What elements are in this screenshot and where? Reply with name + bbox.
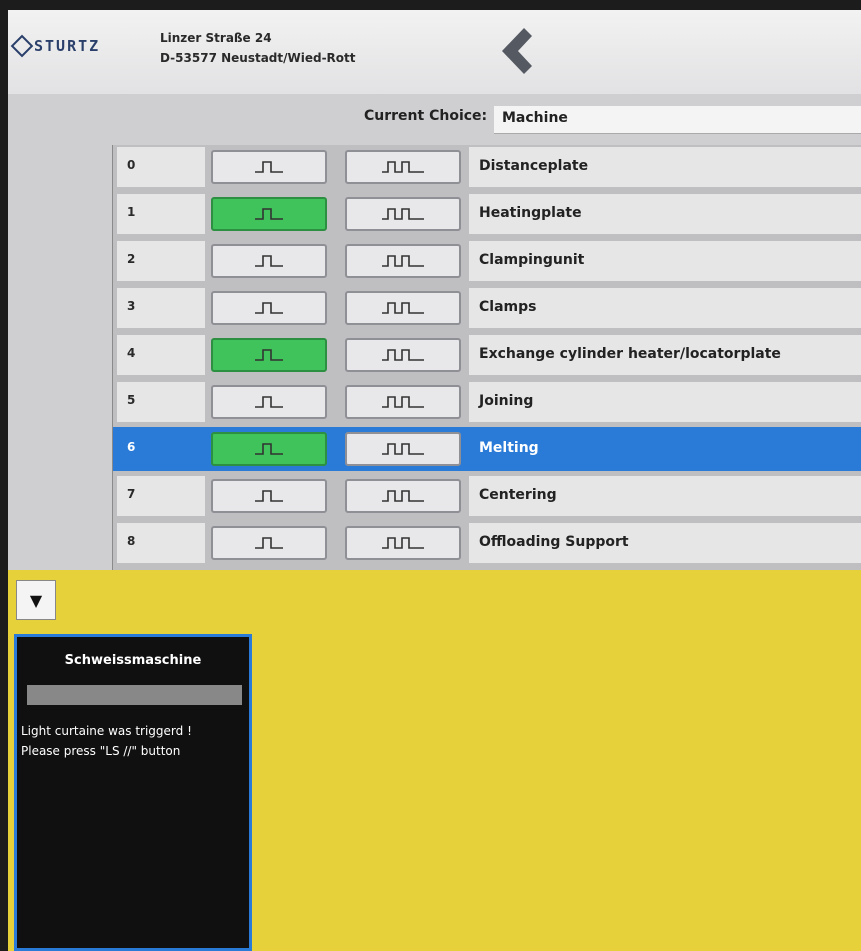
table-row[interactable]: 4 Exchange cylinder heater/locatorplate: [113, 333, 861, 377]
double-pulse-icon: [381, 536, 425, 550]
address-city: D-53577 Neustadt/Wied-Rott: [160, 51, 356, 65]
double-pulse-button[interactable]: [345, 338, 461, 372]
diamond-icon: [10, 34, 34, 58]
header: STURTZ Linzer Straße 24 D-53577 Neustadt…: [8, 10, 861, 94]
single-pulse-button[interactable]: [211, 432, 327, 466]
single-pulse-button[interactable]: [211, 150, 327, 184]
single-pulse-button[interactable]: [211, 479, 327, 513]
dialog-message: Light curtaine was triggerd ! Please pre…: [21, 721, 247, 761]
company-logo: STURTZ: [10, 34, 101, 58]
double-pulse-icon: [381, 395, 425, 409]
message-panel: ▼ Schweissmaschine Light curtaine was tr…: [8, 570, 861, 951]
double-pulse-button[interactable]: [345, 150, 461, 184]
single-pulse-icon: [254, 536, 284, 550]
single-pulse-button[interactable]: [211, 197, 327, 231]
double-pulse-button[interactable]: [345, 291, 461, 325]
logo-text: STURTZ: [34, 37, 101, 55]
row-index: 4: [117, 335, 205, 375]
double-pulse-icon: [381, 254, 425, 268]
double-pulse-icon: [381, 489, 425, 503]
dialog-status-bar: [27, 685, 242, 705]
single-pulse-icon: [254, 348, 284, 362]
back-button[interactable]: [488, 26, 538, 76]
row-index: 5: [117, 382, 205, 422]
table-row[interactable]: 1 Heatingplate: [113, 192, 861, 236]
hmi-screen: STURTZ Linzer Straße 24 D-53577 Neustadt…: [8, 10, 861, 951]
table-row[interactable]: 7 Centering: [113, 474, 861, 518]
row-index: 0: [117, 147, 205, 187]
dialog-message-line: Please press "LS //" button: [21, 744, 181, 758]
company-address: Linzer Straße 24 D-53577 Neustadt/Wied-R…: [160, 28, 356, 68]
row-function-name: Melting: [469, 429, 861, 469]
double-pulse-button[interactable]: [345, 197, 461, 231]
table-row[interactable]: 3 Clamps: [113, 286, 861, 330]
row-index: 2: [117, 241, 205, 281]
single-pulse-icon: [254, 160, 284, 174]
row-index: 7: [117, 476, 205, 516]
alarm-dialog: Schweissmaschine Light curtaine was trig…: [14, 634, 252, 951]
table-row[interactable]: 2 Clampingunit: [113, 239, 861, 283]
single-pulse-button[interactable]: [211, 338, 327, 372]
single-pulse-icon: [254, 442, 284, 456]
double-pulse-icon: [381, 301, 425, 315]
row-index: 1: [117, 194, 205, 234]
row-function-name: Exchange cylinder heater/locatorplate: [469, 335, 861, 375]
current-choice-field[interactable]: Machine: [494, 106, 861, 134]
row-function-name: Offloading Support: [469, 523, 861, 563]
dialog-title: Schweissmaschine: [64, 653, 202, 668]
dialog-message-line: Light curtaine was triggerd !: [21, 724, 192, 738]
row-function-name: Clampingunit: [469, 241, 861, 281]
collapse-button[interactable]: ▼: [16, 580, 56, 620]
single-pulse-icon: [254, 395, 284, 409]
single-pulse-button[interactable]: [211, 291, 327, 325]
single-pulse-icon: [254, 301, 284, 315]
chevron-left-icon: [502, 28, 532, 74]
double-pulse-icon: [381, 442, 425, 456]
single-pulse-icon: [254, 207, 284, 221]
row-index: 8: [117, 523, 205, 563]
row-function-name: Joining: [469, 382, 861, 422]
table-row[interactable]: 8 Offloading Support: [113, 521, 861, 565]
double-pulse-button[interactable]: [345, 479, 461, 513]
double-pulse-icon: [381, 207, 425, 221]
machine-function-table: 0 Distanceplate 1 Heatingplate 2 Clampingunit…: [112, 145, 861, 580]
single-pulse-button[interactable]: [211, 244, 327, 278]
single-pulse-button[interactable]: [211, 526, 327, 560]
current-choice-label: Current Choice:: [364, 108, 488, 124]
double-pulse-button[interactable]: [345, 432, 461, 466]
address-street: Linzer Straße 24: [160, 31, 272, 45]
table-row[interactable]: 0 Distanceplate: [113, 145, 861, 189]
triangle-down-icon: ▼: [29, 590, 43, 610]
row-index: 6: [117, 429, 205, 469]
row-index: 3: [117, 288, 205, 328]
table-row[interactable]: 6 Melting: [113, 427, 861, 471]
double-pulse-button[interactable]: [345, 385, 461, 419]
single-pulse-icon: [254, 489, 284, 503]
single-pulse-button[interactable]: [211, 385, 327, 419]
row-function-name: Clamps: [469, 288, 861, 328]
double-pulse-icon: [381, 160, 425, 174]
row-function-name: Heatingplate: [469, 194, 861, 234]
table-row[interactable]: 5 Joining: [113, 380, 861, 424]
row-function-name: Distanceplate: [469, 147, 861, 187]
single-pulse-icon: [254, 254, 284, 268]
row-function-name: Centering: [469, 476, 861, 516]
double-pulse-button[interactable]: [345, 244, 461, 278]
double-pulse-icon: [381, 348, 425, 362]
double-pulse-button[interactable]: [345, 526, 461, 560]
